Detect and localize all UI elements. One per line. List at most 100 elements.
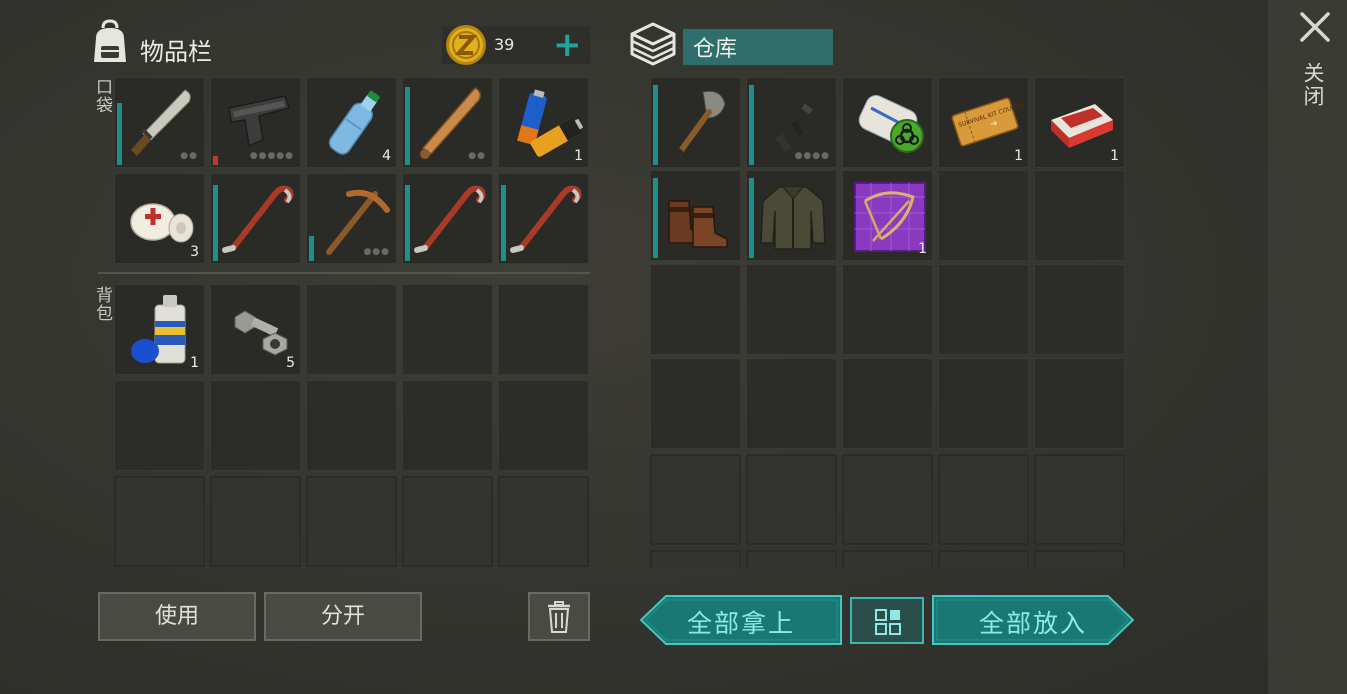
pocket-slot-crowbar[interactable] bbox=[210, 173, 301, 264]
pocket-slot-batteries[interactable]: 1 bbox=[498, 77, 589, 168]
use-button[interactable]: 使用 bbox=[98, 592, 256, 641]
backpack-slot-empty[interactable] bbox=[306, 284, 397, 375]
backpack-slot-locked bbox=[210, 476, 301, 567]
backpack-slot-spray-paint[interactable]: 1 bbox=[114, 284, 205, 375]
warehouse-name-field[interactable] bbox=[683, 29, 833, 65]
crowbar-icon bbox=[222, 185, 294, 253]
backpack-slot-locked bbox=[114, 476, 205, 567]
backpack-slot-locked bbox=[306, 476, 397, 567]
warehouse-slot-empty[interactable] bbox=[1034, 358, 1125, 449]
durability-bar bbox=[653, 84, 658, 165]
bolt-and-nut-icon bbox=[234, 310, 288, 356]
warehouse-slot-biohazard-blueprint[interactable] bbox=[842, 77, 933, 168]
backpack-slot-empty[interactable] bbox=[498, 284, 589, 375]
warehouse-slot-assault-rifle[interactable]: ●●●● bbox=[746, 77, 837, 168]
coupon-icon: SURVIVAL KIT COUPON ➔ bbox=[951, 97, 1023, 147]
item-count: 3 bbox=[190, 244, 199, 260]
sort-button[interactable] bbox=[850, 597, 924, 644]
backpack-slot-empty[interactable] bbox=[210, 380, 301, 471]
item-count: 1 bbox=[1110, 148, 1119, 164]
warehouse-slot-empty[interactable] bbox=[746, 358, 837, 449]
durability-bar bbox=[501, 185, 506, 261]
put-all-button[interactable]: 全部放入 bbox=[932, 595, 1134, 645]
crossbow-blueprint-icon bbox=[854, 182, 926, 252]
durability-dots: ●●●●● bbox=[249, 151, 294, 161]
item-count: 4 bbox=[382, 148, 391, 164]
jacket-icon bbox=[760, 186, 826, 250]
trash-button[interactable] bbox=[528, 592, 590, 641]
take-all-label: 全部拿上 bbox=[686, 609, 795, 638]
backpack-icon bbox=[94, 19, 126, 62]
warehouse-slot-crossbow-blueprint[interactable]: 1 bbox=[842, 170, 933, 261]
durability-dots: ●●● bbox=[363, 247, 390, 257]
warehouse-slot-locked bbox=[842, 454, 933, 545]
pocket-slot-baseball-bat[interactable]: ●● bbox=[402, 77, 493, 168]
bandage-icon bbox=[130, 203, 194, 243]
warehouse-slot-empty[interactable] bbox=[842, 358, 933, 449]
warehouse-slot-coupon[interactable]: SURVIVAL KIT COUPON ➔ 1 bbox=[938, 77, 1029, 168]
durability-bar bbox=[213, 185, 218, 261]
warehouse-locked-area bbox=[648, 452, 1128, 568]
warehouse-slot-empty[interactable] bbox=[938, 264, 1029, 355]
pocket-slot-water-bottle[interactable]: 4 bbox=[306, 77, 397, 168]
close-icon[interactable] bbox=[1298, 10, 1332, 44]
warehouse-slot-locked bbox=[1034, 454, 1125, 545]
durability-dots: ●● bbox=[180, 151, 198, 161]
durability-dots: ●● bbox=[468, 151, 486, 161]
item-count: 1 bbox=[574, 148, 583, 164]
crowbar-icon bbox=[510, 185, 582, 253]
warehouse-slot-empty[interactable] bbox=[1034, 264, 1125, 355]
warehouse-slot-jacket[interactable] bbox=[746, 170, 837, 261]
backpack-slot-bolt-and-nut[interactable]: 5 bbox=[210, 284, 301, 375]
backpack-slot-empty[interactable] bbox=[498, 380, 589, 471]
pocket-slot-pickaxe[interactable]: ●●● bbox=[306, 173, 397, 264]
warehouse-slot-shovel[interactable] bbox=[650, 77, 741, 168]
warehouse-slot-empty[interactable] bbox=[842, 264, 933, 355]
warehouse-slot-empty[interactable] bbox=[1034, 170, 1125, 261]
backpack-slot-empty[interactable] bbox=[402, 284, 493, 375]
warehouse-slot-locked bbox=[938, 550, 1029, 568]
item-count: 1 bbox=[1014, 148, 1023, 164]
shovel-icon bbox=[670, 90, 726, 161]
boots-icon bbox=[668, 200, 728, 248]
warehouse-box-icon bbox=[630, 22, 676, 66]
backpack-slot-locked bbox=[498, 476, 589, 567]
pocket-slot-pistol[interactable]: ●●●●● bbox=[210, 77, 301, 168]
add-coins-button[interactable]: + bbox=[553, 28, 582, 62]
durability-bar bbox=[405, 86, 410, 165]
backpack-label: 背包 bbox=[92, 286, 112, 322]
pocket-slot-bandage[interactable]: 3 bbox=[114, 173, 205, 264]
inventory-title: 物品栏 bbox=[140, 38, 212, 66]
item-count: 5 bbox=[286, 355, 295, 371]
split-button[interactable]: 分开 bbox=[264, 592, 422, 641]
durability-bar bbox=[309, 236, 314, 261]
backpack-slot-empty[interactable] bbox=[114, 380, 205, 471]
durability-bar bbox=[653, 177, 658, 258]
warehouse-slot-locked bbox=[842, 550, 933, 568]
backpack-slot-empty[interactable] bbox=[402, 380, 493, 471]
pocket-slot-crowbar[interactable] bbox=[402, 173, 493, 264]
warehouse-slot-locked bbox=[1034, 550, 1125, 568]
grid-sort-icon bbox=[875, 609, 901, 635]
warehouse-slot-locked bbox=[746, 454, 837, 545]
warehouse-slot-boots[interactable] bbox=[650, 170, 741, 261]
durability-bar bbox=[117, 102, 122, 165]
pocket-slot-machete[interactable]: ●● bbox=[114, 77, 205, 168]
warehouse-slot-empty[interactable] bbox=[746, 264, 837, 355]
warehouse-slot-locked bbox=[746, 550, 837, 568]
backpack-slot-empty[interactable] bbox=[306, 380, 397, 471]
warehouse-slot-empty[interactable] bbox=[938, 170, 1029, 261]
warehouse-slot-empty[interactable] bbox=[650, 358, 741, 449]
coin-count: 39 bbox=[494, 35, 515, 54]
warehouse-slot-empty[interactable] bbox=[650, 264, 741, 355]
warehouse-slot-cigarette-pack[interactable]: 1 bbox=[1034, 77, 1125, 168]
take-all-button[interactable]: 全部拿上 bbox=[640, 595, 842, 645]
warehouse-slot-locked bbox=[650, 454, 741, 545]
coin-icon bbox=[446, 25, 486, 65]
close-label[interactable]: 关闭 bbox=[1301, 62, 1328, 108]
pocket-slot-crowbar[interactable] bbox=[498, 173, 589, 264]
durability-bar bbox=[405, 185, 410, 261]
crowbar-icon bbox=[414, 185, 486, 253]
warehouse-slot-locked bbox=[650, 550, 741, 568]
warehouse-slot-empty[interactable] bbox=[938, 358, 1029, 449]
